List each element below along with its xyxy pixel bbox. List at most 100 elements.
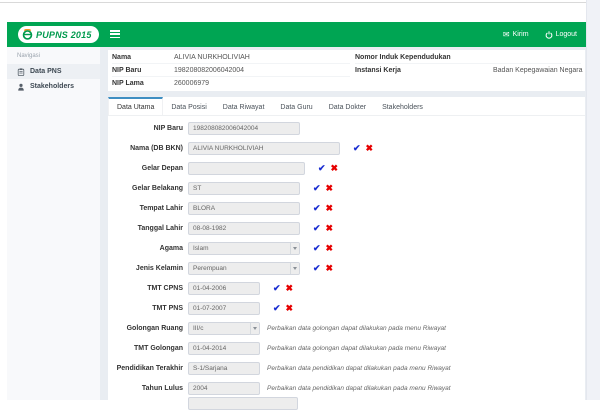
verify-check-icon[interactable]: ✔ [313, 263, 321, 273]
gelar-belakang-input[interactable]: ST [188, 181, 300, 195]
form-row-golongan-ruang: Golongan Ruang III/c Perbaikan data golo… [108, 318, 585, 338]
nama-db-bkn-input[interactable]: ALIVIA NURKHOLIVIAH [188, 141, 340, 155]
form-row-nama-db-bkn: Nama (DB BKN) ALIVIA NURKHOLIVIAH ✔ ✖ [108, 138, 585, 158]
form-row-nip-baru: NIP Baru 198208082006042004 [108, 118, 585, 138]
field-label: Nama (DB BKN) [130, 144, 183, 152]
field-label: NIP Baru [153, 124, 183, 132]
reject-cross-icon[interactable]: ✖ [326, 243, 334, 253]
tab-data-utama[interactable]: Data Utama [108, 97, 164, 115]
reject-cross-icon[interactable]: ✖ [286, 303, 294, 313]
field-note: Perbaikan data pendidikan dapat dilakuka… [267, 364, 451, 372]
summary-row-nip-baru: NIP Baru 198208082006042004 [112, 64, 350, 77]
verify-check-icon[interactable]: ✔ [273, 283, 281, 293]
envelope-icon: ✉ [502, 29, 510, 39]
reject-cross-icon[interactable]: ✖ [326, 183, 334, 193]
form-row-tmt-pns: TMT PNS 01-07-2007 ✔ ✖ [108, 298, 585, 318]
golongan-ruang-select[interactable]: III/c [188, 321, 260, 335]
verify-check-icon[interactable]: ✔ [313, 183, 321, 193]
tmt-golongan-input[interactable]: 01-04-2014 [188, 341, 260, 355]
tab-panel: Data Utama Data Posisi Data Riwayat Data… [108, 97, 585, 410]
power-icon [545, 30, 552, 39]
verify-check-icon[interactable]: ✔ [313, 223, 321, 233]
agama-select[interactable]: Islam [188, 241, 300, 255]
summary-row-nip-lama: NIP Lama 260006979 [112, 80, 210, 87]
tahun-lulus-input[interactable]: 2004 [188, 381, 260, 395]
form-row-jenis-kelamin: Jenis Kelamin Perempuan ✔ ✖ [108, 258, 585, 278]
sidebar-toggle-hamburger-icon[interactable] [110, 30, 120, 40]
main-content: Nama ALIVIA NURKHOLIVIAH NIP Baru 198208… [108, 47, 585, 410]
sidebar-item-stakeholders[interactable]: Stakeholders [7, 79, 100, 94]
field-label: Gelar Belakang [132, 184, 183, 192]
field-label: Tanggal Lahir [137, 224, 183, 232]
sidebar-item-data-pns[interactable]: Data PNS [7, 64, 100, 79]
gelar-depan-input[interactable] [188, 161, 305, 175]
scrollbar[interactable] [586, 0, 600, 400]
field-label: Gelar Depan [141, 164, 183, 172]
field-label: Agama [159, 244, 183, 252]
field-label: TMT Golongan [134, 344, 183, 352]
field-label: Tempat Lahir [139, 204, 183, 212]
dropdown-arrow-icon [250, 322, 259, 334]
verify-check-icon[interactable]: ✔ [273, 303, 281, 313]
logout-label: Logout [555, 31, 577, 38]
reject-cross-icon[interactable]: ✖ [331, 163, 339, 173]
pendidikan-terakhir-input[interactable]: S-1/Sarjana [188, 361, 260, 375]
summary-row-instansi-kerja: Instansi Kerja Badan Kepegawaian Negara [355, 67, 583, 74]
nip-baru-input[interactable]: 198208082006042004 [188, 121, 300, 135]
tmt-pns-input[interactable]: 01-07-2007 [188, 301, 260, 315]
employee-summary-panel: Nama ALIVIA NURKHOLIVIAH NIP Baru 198208… [108, 50, 585, 91]
field-note: Perbaikan data golongan dapat dilakukan … [267, 324, 446, 332]
tmt-cpns-input[interactable]: 01-04-2006 [188, 281, 260, 295]
form-row-partial [108, 393, 585, 413]
dropdown-arrow-icon [290, 262, 299, 274]
verify-check-icon[interactable]: ✔ [318, 163, 326, 173]
field-label: Pendidikan Terakhir [116, 364, 183, 372]
tempat-lahir-input[interactable]: BLORA [188, 201, 300, 215]
verify-check-icon[interactable]: ✔ [353, 143, 361, 153]
form-row-gelar-belakang: Gelar Belakang ST ✔ ✖ [108, 178, 585, 198]
summary-row-nama: Nama ALIVIA NURKHOLIVIAH [112, 51, 350, 64]
tab-bar: Data Utama Data Posisi Data Riwayat Data… [108, 97, 585, 116]
tab-data-dokter[interactable]: Data Dokter [321, 97, 374, 115]
logo-e-icon [22, 29, 33, 40]
field-label: TMT PNS [152, 304, 183, 312]
kirim-button[interactable]: ✉ Kirim [502, 29, 529, 39]
reject-cross-icon[interactable]: ✖ [286, 283, 294, 293]
kirim-label: Kirim [512, 31, 529, 38]
form-row-pendidikan-terakhir: Pendidikan Terakhir S-1/Sarjana Perbaika… [108, 358, 585, 378]
partial-input[interactable] [188, 396, 298, 410]
logout-button[interactable]: Logout [545, 30, 577, 39]
reject-cross-icon[interactable]: ✖ [326, 263, 334, 273]
sidebar-item-label: Stakeholders [30, 83, 74, 90]
field-note: Perbaikan data pendidikan dapat dilakuka… [267, 384, 451, 392]
verify-check-icon[interactable]: ✔ [313, 243, 321, 253]
field-label: Jenis Kelamin [135, 264, 183, 272]
reject-cross-icon[interactable]: ✖ [326, 223, 334, 233]
top-navbar: PUPNS 2015 ✉ Kirim Logout [7, 22, 586, 47]
clipboard-icon [17, 67, 25, 76]
app-window: PUPNS 2015 ✉ Kirim Logout Navigasi Data … [7, 22, 586, 410]
data-utama-form: NIP Baru 198208082006042004 Nama (DB BKN… [108, 118, 585, 413]
jenis-kelamin-select[interactable]: Perempuan [188, 261, 300, 275]
tab-stakeholders[interactable]: Stakeholders [374, 97, 431, 115]
form-row-tanggal-lahir: Tanggal Lahir 08-08-1982 ✔ ✖ [108, 218, 585, 238]
sidebar: Navigasi Data PNS Stakeholders [7, 47, 100, 400]
form-row-tmt-cpns: TMT CPNS 01-04-2006 ✔ ✖ [108, 278, 585, 298]
logo-text: PUPNS 2015 [36, 29, 92, 40]
tab-data-riwayat[interactable]: Data Riwayat [215, 97, 273, 115]
field-label: TMT CPNS [147, 284, 183, 292]
form-row-gelar-depan: Gelar Depan ✔ ✖ [108, 158, 585, 178]
reject-cross-icon[interactable]: ✖ [326, 203, 334, 213]
form-row-agama: Agama Islam ✔ ✖ [108, 238, 585, 258]
sidebar-item-label: Data PNS [30, 68, 62, 75]
tanggal-lahir-input[interactable]: 08-08-1982 [188, 221, 300, 235]
dropdown-arrow-icon [290, 242, 299, 254]
tab-data-guru[interactable]: Data Guru [272, 97, 320, 115]
field-label: Golongan Ruang [126, 324, 183, 332]
tab-data-posisi[interactable]: Data Posisi [163, 97, 214, 115]
user-icon [18, 83, 24, 91]
reject-cross-icon[interactable]: ✖ [366, 143, 374, 153]
verify-check-icon[interactable]: ✔ [313, 203, 321, 213]
summary-row-nik: Nomor Induk Kependudukan [355, 51, 581, 64]
field-note: Perbaikan data golongan dapat dilakukan … [267, 344, 446, 352]
